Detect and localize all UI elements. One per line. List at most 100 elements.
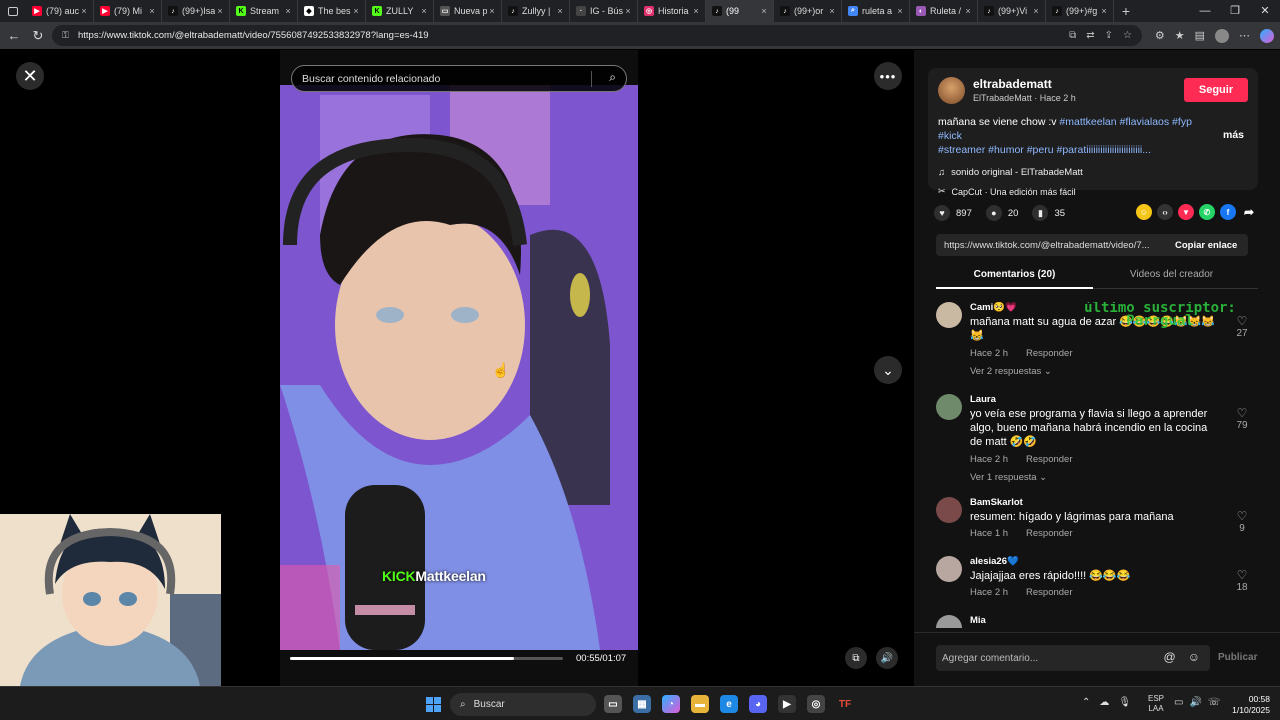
tab-close-icon[interactable]: × — [555, 6, 565, 16]
browser-tab[interactable]: ⌕ ruleta a × — [842, 0, 910, 22]
tab-close-icon[interactable]: × — [1099, 6, 1109, 16]
maximize-icon[interactable]: ❐ — [1220, 0, 1250, 22]
search-icon[interactable]: ⌕ — [609, 70, 616, 85]
browser-tab[interactable]: ♪ (99 × — [706, 0, 774, 22]
taskbar-search[interactable]: ⌕ Buscar — [450, 693, 596, 716]
author-avatar[interactable] — [938, 77, 965, 104]
copilot-app-icon[interactable]: ◔ — [662, 695, 680, 713]
comment-button[interactable]: ● 20 — [985, 205, 1018, 221]
tray-overflow-icon[interactable]: ⌃ — [1082, 697, 1090, 708]
minimize-icon[interactable]: — — [1190, 0, 1220, 22]
tab-close-icon[interactable]: × — [283, 6, 293, 16]
next-video-button[interactable]: ⌄ — [874, 356, 902, 384]
repost-icon[interactable]: ☺ — [1136, 204, 1152, 220]
extensions-icon[interactable]: ⚙ — [1155, 29, 1165, 42]
tf-app-icon[interactable]: TF — [836, 695, 854, 713]
send-icon[interactable]: ▼ — [1178, 204, 1194, 220]
reply-button[interactable]: Responder — [1026, 454, 1072, 465]
file-explorer-icon[interactable]: ▬ — [691, 695, 709, 713]
favorites-icon[interactable]: ★ — [1175, 29, 1185, 42]
commenter-avatar[interactable] — [936, 394, 962, 420]
tab-close-icon[interactable]: × — [147, 6, 157, 16]
like-button[interactable]: ♥ 897 — [934, 205, 972, 221]
copy-link-button[interactable]: Copiar enlace — [1171, 240, 1237, 251]
browser-tab[interactable]: ▶ (79) Mi × — [94, 0, 162, 22]
follow-button[interactable]: Seguir — [1184, 78, 1248, 102]
browser-tab[interactable]: ◎ Historia × — [638, 0, 706, 22]
commenter-name[interactable]: BamSkarlot — [970, 497, 1023, 508]
floating-player-icon[interactable]: ⧉ — [845, 647, 867, 669]
tab-close-icon[interactable]: × — [1031, 6, 1041, 16]
facebook-icon[interactable]: f — [1220, 204, 1236, 220]
tab-close-icon[interactable]: × — [759, 6, 769, 16]
collections-icon[interactable]: ▤ — [1195, 29, 1205, 42]
author-username[interactable]: eltrabadematt — [973, 77, 1052, 91]
embed-icon[interactable]: ‹› — [1157, 204, 1173, 220]
view-replies-button[interactable]: Ver 1 respuesta ⌄ — [970, 472, 1047, 483]
onedrive-icon[interactable]: ☁ — [1099, 697, 1109, 708]
share-arrow-icon[interactable]: ➦ — [1241, 204, 1257, 220]
tab-close-icon[interactable]: × — [691, 6, 701, 16]
commenter-avatar[interactable] — [936, 556, 962, 582]
bookmark-star-icon[interactable]: ☆ — [1123, 30, 1132, 41]
tab-close-icon[interactable]: × — [419, 6, 429, 16]
tab-close-icon[interactable]: × — [623, 6, 633, 16]
whatsapp-icon[interactable]: ✆ — [1199, 204, 1215, 220]
clock[interactable]: 00:58 1/10/2025 — [1226, 694, 1270, 716]
store-icon[interactable]: ▦ — [633, 695, 651, 713]
save-button[interactable]: ▮ 35 — [1032, 205, 1065, 221]
browser-tab[interactable]: ♪ (99+)Isa × — [162, 0, 230, 22]
browser-tab[interactable]: ▶ (79) auc × — [26, 0, 94, 22]
mention-icon[interactable]: @ — [1164, 650, 1176, 664]
tab-close-icon[interactable]: × — [895, 6, 905, 16]
close-video-button[interactable]: ✕ — [16, 62, 44, 90]
reply-button[interactable]: Responder — [1026, 528, 1072, 539]
share-page-icon[interactable]: ⇪ — [1105, 30, 1113, 41]
related-search-input[interactable]: Buscar contenido relacionado ⌕ — [291, 65, 627, 92]
browser-tab[interactable]: ◐ Ruleta / × — [910, 0, 978, 22]
browser-tab[interactable]: ♪ Zullyy | × — [502, 0, 570, 22]
new-tab-button[interactable]: + — [1114, 3, 1138, 19]
comment-like-button[interactable]: ♡ 79 — [1232, 406, 1252, 431]
browser-tab[interactable]: ▭ Nueva p × — [434, 0, 502, 22]
browser-tab[interactable]: K Stream × — [230, 0, 298, 22]
comment-like-button[interactable]: ♡ 9 — [1232, 509, 1252, 534]
browser-tab[interactable]: ♪ (99+)#g × — [1046, 0, 1114, 22]
language-indicator[interactable]: ESP LAA — [1148, 694, 1164, 714]
commenter-name[interactable]: Cami🥺💗 — [970, 302, 1017, 313]
tab-close-icon[interactable]: × — [351, 6, 361, 16]
commenter-name[interactable]: alesia26💙 — [970, 556, 1019, 567]
microphone-icon[interactable]: 🎙 — [1118, 697, 1131, 708]
url-field[interactable]: ⚿ https://www.tiktok.com/@eltrabadematt/… — [52, 25, 1142, 46]
tab-close-icon[interactable]: × — [963, 6, 973, 16]
commenter-avatar[interactable] — [936, 497, 962, 523]
discord-icon[interactable]: ◕ — [749, 695, 767, 713]
tab-comments[interactable]: Comentarios (20) — [936, 269, 1093, 280]
hashtags-line-2[interactable]: #streamer #humor #peru #paratiiiiiiiiiii… — [938, 144, 1151, 156]
open-in-app-icon[interactable]: ⧉ — [1069, 30, 1076, 41]
volume-icon[interactable]: 🔊 — [876, 647, 898, 669]
translate-icon[interactable]: ⇄ — [1086, 30, 1094, 41]
quick-settings[interactable]: ▭ 🔊 ☏ — [1174, 697, 1220, 708]
video-player[interactable]: Buscar contenido relacionado ⌕ KICKMattk… — [280, 50, 638, 686]
task-view-icon[interactable]: ▭ — [604, 695, 622, 713]
browser-tab[interactable]: · IG - Bús × — [570, 0, 638, 22]
tab-close-icon[interactable]: × — [79, 6, 89, 16]
site-info-icon[interactable]: ⚿ — [62, 30, 72, 41]
copilot-icon[interactable] — [1260, 28, 1274, 43]
publish-button[interactable]: Publicar — [1218, 652, 1257, 663]
commenter-name[interactable]: Mia — [970, 615, 986, 626]
add-comment-input[interactable]: Agregar comentario... @ ☺ — [936, 645, 1210, 671]
browser-tab[interactable]: K ZULLY × — [366, 0, 434, 22]
view-replies-button[interactable]: Ver 2 respuestas ⌄ — [970, 366, 1052, 377]
commenter-avatar[interactable] — [936, 302, 962, 328]
start-icon[interactable] — [426, 697, 441, 712]
video-progress-bar[interactable] — [290, 657, 563, 660]
reload-icon[interactable]: ↻ — [26, 28, 50, 44]
reply-button[interactable]: Responder — [1026, 348, 1072, 359]
reply-button[interactable]: Responder — [1026, 587, 1072, 598]
tab-close-icon[interactable]: × — [827, 6, 837, 16]
browser-tab[interactable]: ♪ (99+)Vi × — [978, 0, 1046, 22]
browser-tab[interactable]: ♪ (99+)or × — [774, 0, 842, 22]
capcut-link[interactable]: ✂ CapCut · Una edición más fácil — [938, 186, 1076, 197]
